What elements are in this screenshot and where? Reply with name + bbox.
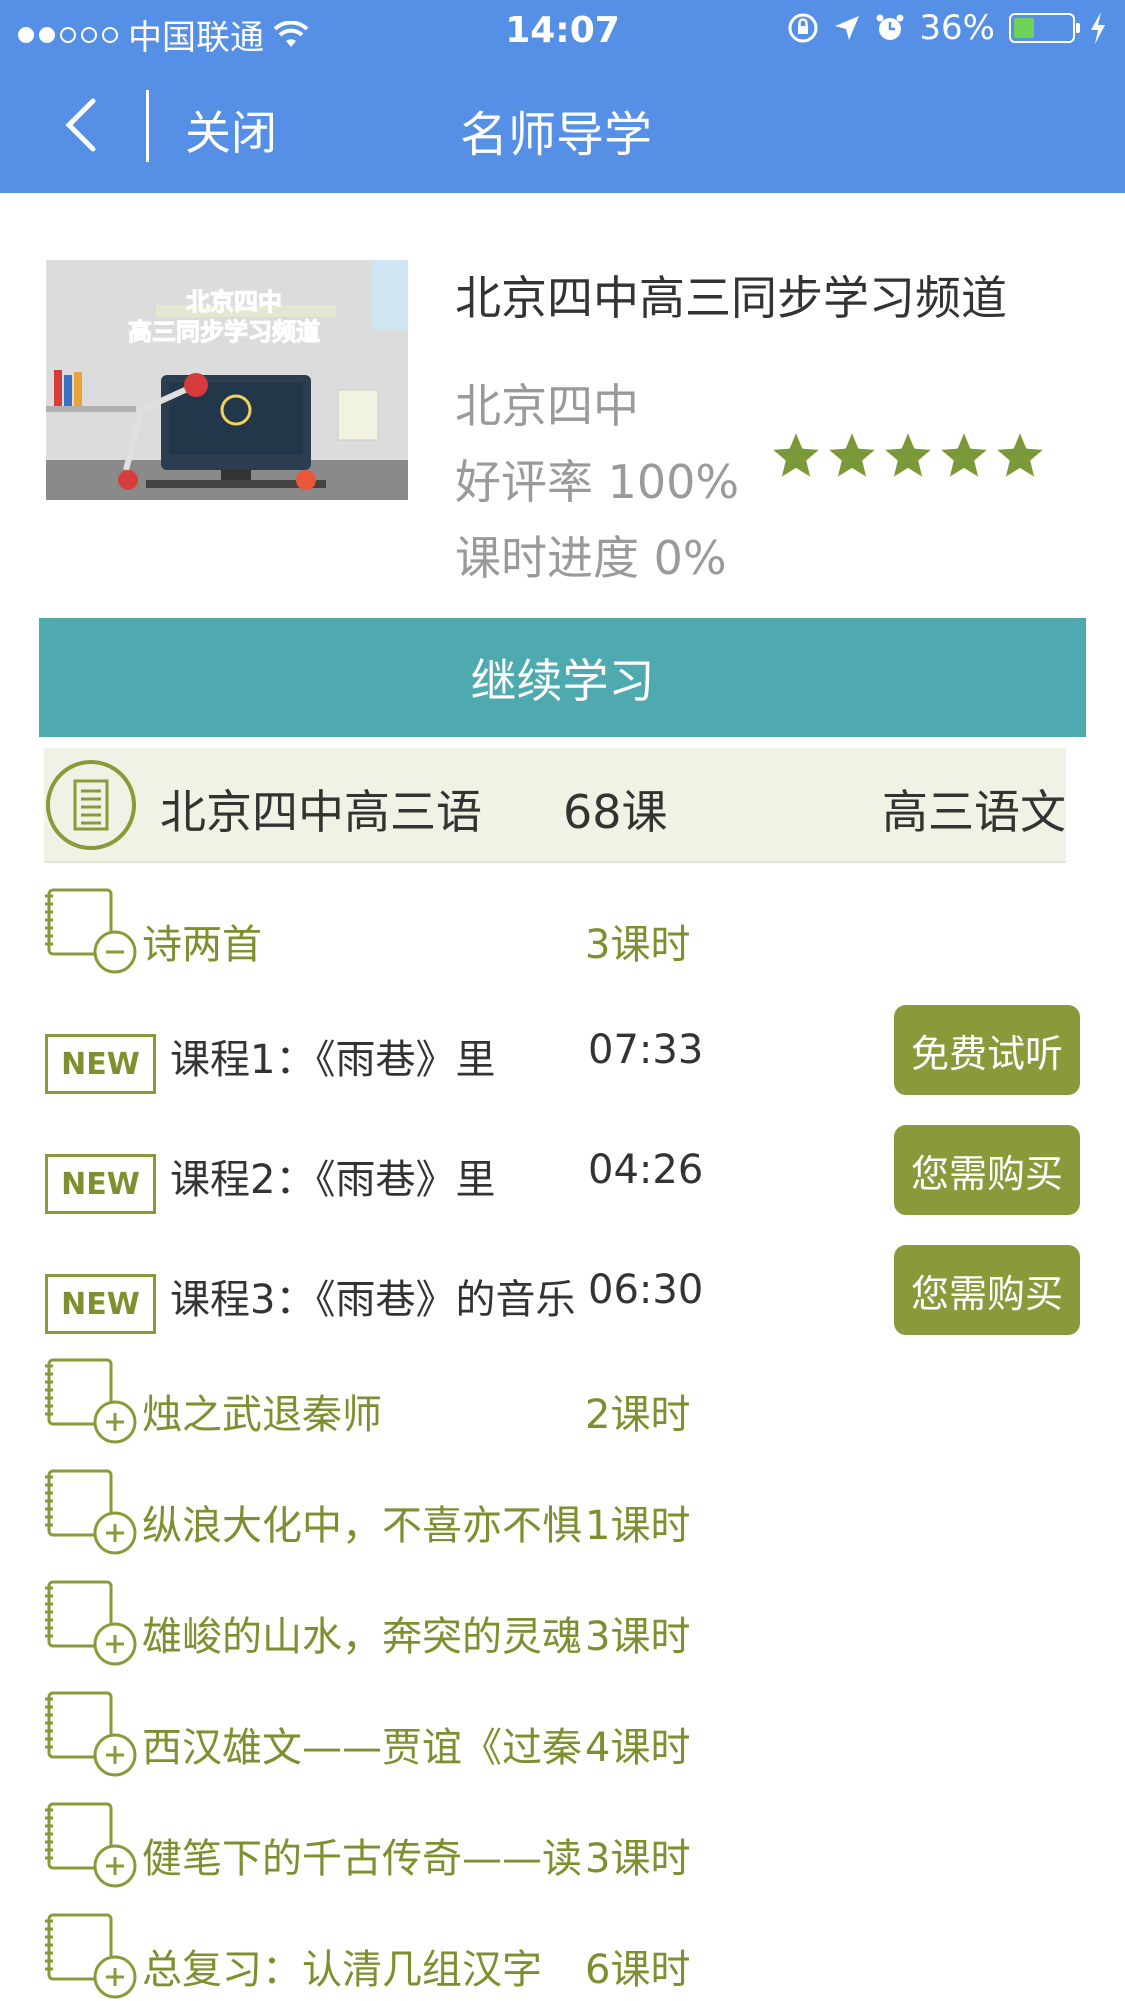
nav-bar: 关闭 名师导学 (0, 62, 1125, 193)
chapter-hours: 6课时 (585, 1947, 691, 1993)
chapter-hours: 3课时 (585, 922, 691, 968)
thumbnail-caption-line1: 北京四中 (186, 288, 282, 316)
chevron-left-icon (65, 98, 96, 152)
book-list-icon (46, 760, 136, 850)
chapter-row[interactable]: 总复习：认清几组汉字 6课时 (0, 1913, 1125, 2001)
new-badge: NEW (45, 1274, 156, 1334)
chapter-title: 总复习：认清几组汉字 (142, 1947, 542, 1993)
chapter-row[interactable]: 西汉雄文——贾谊《过秦 4课时 (0, 1691, 1125, 1791)
chapter-title: 烛之武退秦师 (142, 1392, 382, 1438)
new-badge: NEW (45, 1034, 156, 1094)
continue-learning-button[interactable]: 继续学习 (39, 618, 1086, 737)
location-arrow-icon (835, 16, 860, 40)
star-icon (773, 433, 819, 477)
star-icon (997, 433, 1043, 477)
purchase-required-button[interactable]: 您需购买 (894, 1245, 1080, 1335)
close-button[interactable]: 关闭 (185, 97, 277, 163)
chapter-hours: 3课时 (585, 1836, 691, 1882)
free-trial-button[interactable]: 免费试听 (894, 1005, 1080, 1095)
progress-text: 课时进度 0% (455, 531, 727, 585)
summary-subject: 高三语文 (882, 785, 1066, 839)
star-icon (941, 433, 987, 477)
course-thumbnail: 北京四中 高三同步学习频道 (46, 260, 408, 500)
lesson-title: 课程1：《雨巷》里 (170, 1037, 496, 1083)
purchase-required-button[interactable]: 您需购买 (894, 1125, 1080, 1215)
chapter-title: 雄峻的山水，奔突的灵魂 (142, 1614, 582, 1660)
lesson-row[interactable]: NEW 课程3：《雨巷》的音乐 06:30 您需购买 (0, 1243, 1125, 1343)
lesson-duration: 04:26 (588, 1147, 704, 1193)
chapter-title: 健笔下的千古传奇——读 (142, 1836, 582, 1882)
course-summary[interactable]: 北京四中高三语 68课 高三语文 (44, 748, 1066, 863)
chapter-row[interactable]: 烛之武退秦师 2课时 (0, 1358, 1125, 1458)
notebook-expand-icon (45, 1691, 145, 1783)
chapter-row[interactable]: 雄峻的山水，奔突的灵魂 3课时 (0, 1580, 1125, 1680)
summary-lesson-count: 68课 (563, 785, 668, 839)
chapter-hours: 3课时 (585, 1614, 691, 1660)
chapter-hours: 2课时 (585, 1392, 691, 1438)
chapter-row[interactable]: 纵浪大化中，不喜亦不惧 1课时 (0, 1469, 1125, 1569)
rating-stars (770, 430, 1046, 482)
star-icon (885, 433, 931, 477)
notebook-collapse-icon (45, 888, 145, 980)
chapter-title: 纵浪大化中，不喜亦不惧 (142, 1503, 582, 1549)
rating-text: 好评率 100% (455, 455, 740, 509)
lesson-title: 课程3：《雨巷》的音乐 (170, 1277, 576, 1323)
alarm-icon (876, 14, 904, 40)
nav-divider (146, 90, 149, 162)
thumbnail-caption-line2: 高三同步学习频道 (128, 318, 320, 346)
page-title: 名师导学 (460, 107, 653, 163)
back-button[interactable] (50, 90, 110, 160)
rotation-lock-icon (788, 13, 818, 43)
notebook-expand-icon (45, 1469, 145, 1561)
school-name: 北京四中 (455, 379, 639, 433)
chapter-title: 西汉雄文——贾谊《过秦 (142, 1725, 582, 1771)
chapter-row[interactable]: 诗两首 3课时 (0, 888, 1125, 988)
lesson-duration: 06:30 (588, 1267, 704, 1313)
status-indicators: 36% (787, 8, 1107, 48)
notebook-expand-icon (45, 1802, 145, 1894)
star-icon (829, 433, 875, 477)
charging-bolt-icon (1091, 12, 1105, 44)
chapter-row[interactable]: 健笔下的千古传奇——读 3课时 (0, 1802, 1125, 1902)
battery-icon (1009, 13, 1080, 43)
notebook-expand-icon (45, 1580, 145, 1672)
top-bar: 中国联通 14:07 36% 关闭 名师导学 (0, 0, 1125, 193)
status-bar: 中国联通 14:07 36% (0, 0, 1125, 62)
lesson-row[interactable]: NEW 课程2：《雨巷》里 04:26 您需购买 (0, 1123, 1125, 1223)
course-title: 北京四中高三同步学习频道 (455, 271, 1007, 325)
chapter-title: 诗两首 (142, 922, 262, 968)
new-badge: NEW (45, 1154, 156, 1214)
notebook-expand-icon (45, 1358, 145, 1450)
chapter-hours: 1课时 (585, 1503, 691, 1549)
lesson-title: 课程2：《雨巷》里 (170, 1157, 496, 1203)
chapter-hours: 4课时 (585, 1725, 691, 1771)
lesson-duration: 07:33 (588, 1027, 704, 1073)
lesson-row[interactable]: NEW 课程1：《雨巷》里 07:33 免费试听 (0, 1003, 1125, 1103)
notebook-expand-icon (45, 1913, 145, 2001)
battery-percent: 36% (919, 8, 995, 48)
summary-course-name: 北京四中高三语 (160, 785, 482, 839)
